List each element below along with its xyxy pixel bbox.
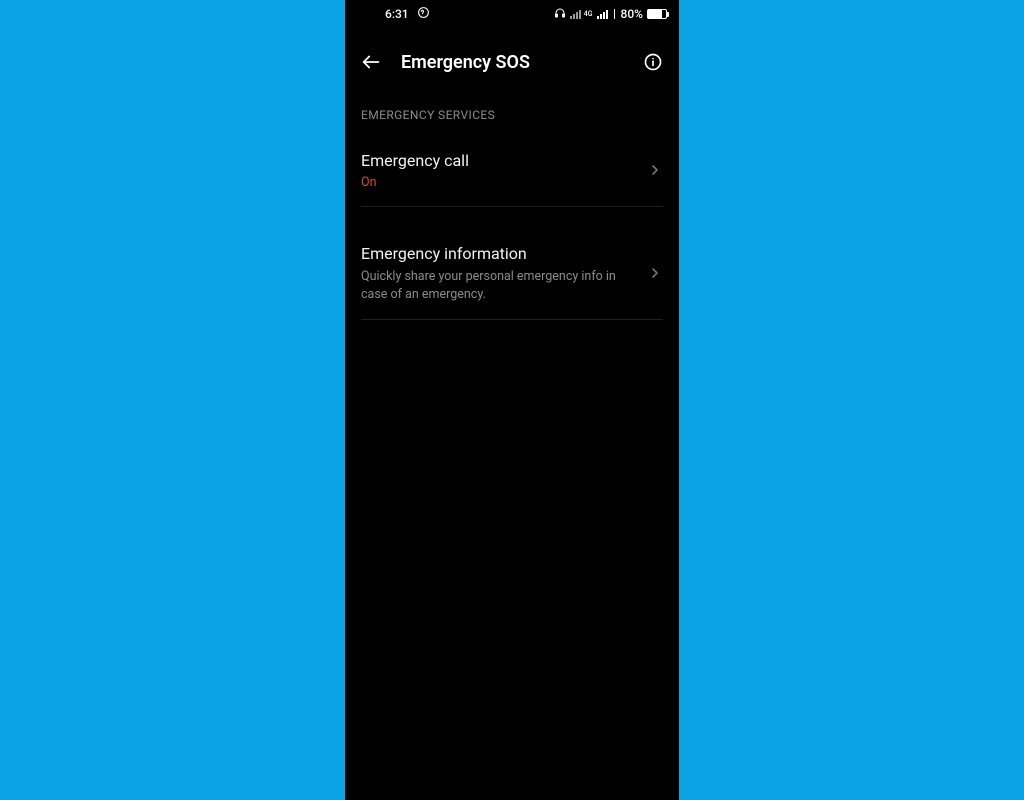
item-text: Emergency information Quickly share your…	[361, 243, 647, 304]
divider	[614, 9, 615, 19]
signal-icon	[570, 9, 581, 19]
status-time: 6:31	[385, 7, 409, 21]
item-status: On	[361, 175, 637, 190]
info-button[interactable]	[641, 50, 665, 74]
status-right: 4G 80%	[554, 7, 667, 22]
chevron-right-icon	[647, 162, 663, 178]
back-button[interactable]	[359, 50, 383, 74]
signal-icon-2	[597, 9, 608, 19]
item-text: Emergency call On	[361, 150, 647, 190]
item-title: Emergency information	[361, 243, 637, 265]
whatsapp-icon	[417, 6, 430, 22]
arrow-left-icon	[360, 51, 382, 73]
status-bar: 6:31 4G 80%	[345, 0, 679, 28]
info-icon	[643, 52, 663, 72]
battery-icon	[647, 9, 667, 19]
status-left: 6:31	[357, 6, 430, 22]
page-title: Emergency SOS	[401, 52, 623, 73]
item-subtitle: Quickly share your personal emergency in…	[361, 268, 637, 303]
phone-frame: 6:31 4G 80%	[345, 0, 679, 800]
content: EMERGENCY SERVICES Emergency call On Eme…	[345, 86, 679, 320]
headphones-icon	[554, 7, 566, 22]
item-title: Emergency call	[361, 150, 637, 172]
spacer	[361, 207, 663, 229]
item-emergency-call[interactable]: Emergency call On	[361, 136, 663, 207]
network-label: 4G	[584, 11, 593, 18]
app-bar: Emergency SOS	[345, 38, 679, 86]
item-emergency-information[interactable]: Emergency information Quickly share your…	[361, 229, 663, 321]
battery-percent: 80%	[621, 7, 643, 21]
chevron-right-icon	[647, 265, 663, 281]
section-header: EMERGENCY SERVICES	[361, 108, 663, 122]
